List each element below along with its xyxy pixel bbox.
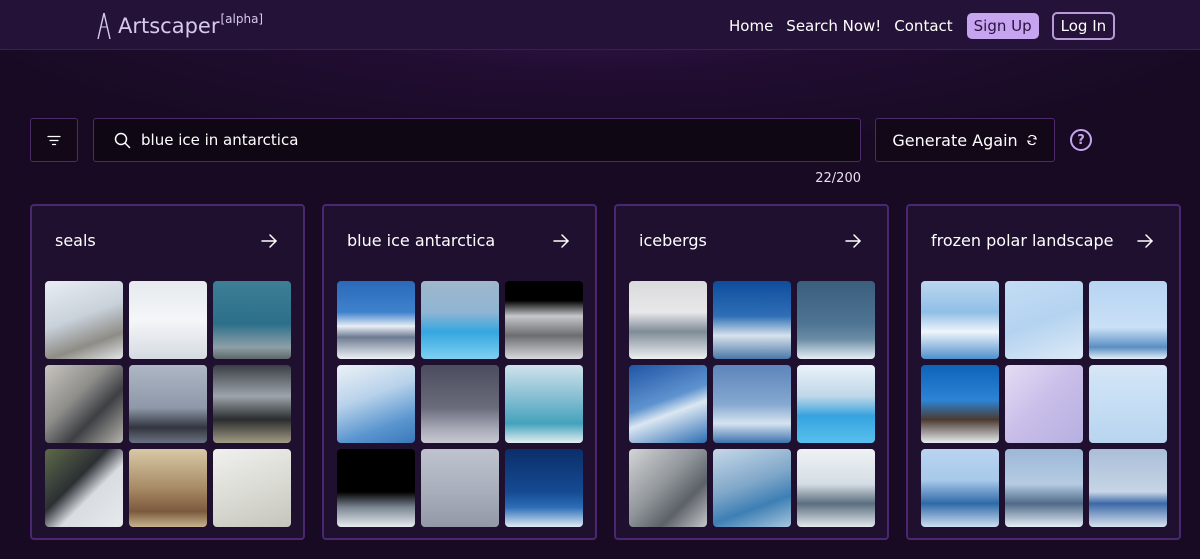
nav-link-home[interactable]: Home: [729, 17, 773, 35]
result-card: icebergs: [614, 204, 889, 540]
image-thumbnail[interactable]: [1005, 449, 1083, 527]
image-thumbnail[interactable]: [1089, 449, 1167, 527]
image-thumbnail[interactable]: [921, 281, 999, 359]
image-thumbnail[interactable]: [129, 281, 207, 359]
search-box: [93, 118, 861, 162]
image-thumbnail[interactable]: [713, 281, 791, 359]
image-grid: [337, 281, 583, 527]
image-thumbnail[interactable]: [129, 365, 207, 443]
image-thumbnail[interactable]: [797, 449, 875, 527]
image-grid: [45, 281, 291, 527]
result-card: blue ice antarctica: [322, 204, 597, 540]
image-thumbnail[interactable]: [505, 281, 583, 359]
card-title: blue ice antarctica: [347, 231, 496, 250]
image-thumbnail[interactable]: [45, 281, 123, 359]
compass-logo-icon: [97, 12, 111, 40]
image-thumbnail[interactable]: [337, 281, 415, 359]
image-thumbnail[interactable]: [921, 449, 999, 527]
generate-again-label: Generate Again: [892, 130, 1018, 150]
image-thumbnail[interactable]: [421, 281, 499, 359]
image-thumbnail[interactable]: [45, 365, 123, 443]
result-card: frozen polar landscape: [906, 204, 1181, 540]
log-in-button[interactable]: Log In: [1051, 12, 1116, 40]
image-thumbnail[interactable]: [421, 365, 499, 443]
image-thumbnail[interactable]: [1005, 281, 1083, 359]
image-thumbnail[interactable]: [797, 281, 875, 359]
image-thumbnail[interactable]: [1005, 365, 1083, 443]
character-count: 22/200: [815, 171, 861, 186]
filter-icon: [47, 135, 61, 145]
image-thumbnail[interactable]: [713, 449, 791, 527]
image-thumbnail[interactable]: [213, 449, 291, 527]
search-input[interactable]: [141, 131, 821, 149]
arrow-right-icon[interactable]: [553, 234, 569, 248]
arrow-right-icon[interactable]: [1137, 234, 1153, 248]
generate-again-button[interactable]: Generate Again: [875, 118, 1055, 162]
image-thumbnail[interactable]: [505, 365, 583, 443]
nav-link-search-now[interactable]: Search Now!: [786, 17, 881, 35]
question-mark-icon: ?: [1077, 132, 1085, 148]
image-thumbnail[interactable]: [505, 449, 583, 527]
card-title: seals: [55, 231, 96, 250]
image-thumbnail[interactable]: [45, 449, 123, 527]
card-title: frozen polar landscape: [931, 231, 1114, 250]
result-card: seals: [30, 204, 305, 540]
image-thumbnail[interactable]: [629, 449, 707, 527]
navbar: Artscaper [alpha] Home Search Now! Conta…: [0, 0, 1200, 50]
arrow-right-icon[interactable]: [845, 234, 861, 248]
image-thumbnail[interactable]: [129, 449, 207, 527]
nav-link-contact[interactable]: Contact: [894, 17, 952, 35]
image-thumbnail[interactable]: [629, 365, 707, 443]
card-title: icebergs: [639, 231, 707, 250]
image-thumbnail[interactable]: [629, 281, 707, 359]
brand-name: Artscaper: [118, 14, 220, 38]
refresh-icon: [1026, 134, 1037, 146]
image-thumbnail[interactable]: [921, 365, 999, 443]
image-thumbnail[interactable]: [421, 449, 499, 527]
image-thumbnail[interactable]: [337, 365, 415, 443]
image-grid: [921, 281, 1167, 527]
help-button[interactable]: ?: [1070, 129, 1092, 151]
image-thumbnail[interactable]: [213, 365, 291, 443]
image-thumbnail[interactable]: [1089, 365, 1167, 443]
image-thumbnail[interactable]: [797, 365, 875, 443]
image-thumbnail[interactable]: [213, 281, 291, 359]
image-thumbnail[interactable]: [1089, 281, 1167, 359]
brand[interactable]: Artscaper [alpha]: [96, 12, 263, 40]
nav-links: Home Search Now! Contact Sign Up Log In: [729, 10, 1116, 42]
arrow-right-icon[interactable]: [261, 234, 277, 248]
image-thumbnail[interactable]: [713, 365, 791, 443]
filter-button[interactable]: [30, 118, 78, 162]
image-grid: [629, 281, 875, 527]
sign-up-button[interactable]: Sign Up: [966, 13, 1039, 39]
brand-alpha-tag: [alpha]: [220, 12, 264, 26]
search-icon: [114, 132, 131, 148]
image-thumbnail[interactable]: [337, 449, 415, 527]
